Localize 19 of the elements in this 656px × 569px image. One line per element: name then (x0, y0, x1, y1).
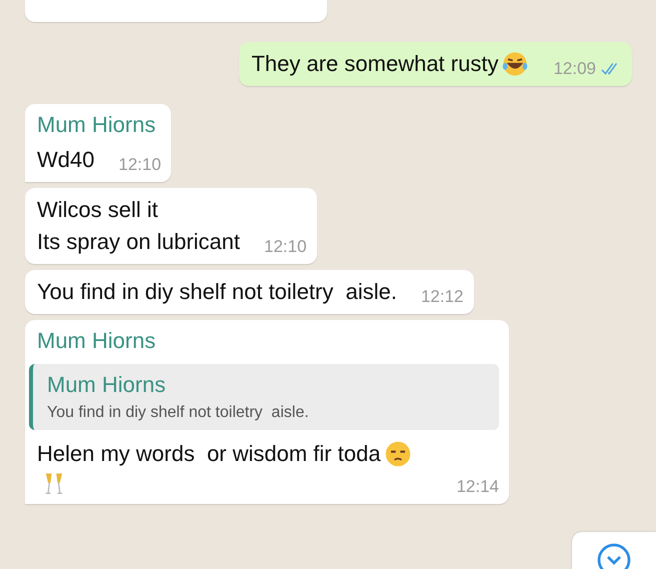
message-time: 12:10 (118, 154, 162, 176)
message-text: Its spray on lubricant (37, 228, 240, 256)
quote-text: You find in diy shelf not toiletry aisle. (47, 404, 310, 422)
message-time: 12:09 (553, 58, 596, 80)
message-time: 12:14 (456, 476, 499, 498)
message-text: Helen my words or wisdom fir toda (37, 440, 381, 468)
chevron-down-icon (596, 542, 632, 569)
unamused-emoji-icon (384, 440, 412, 468)
laughing-emoji-icon (501, 50, 530, 78)
quote-sender: Mum Hiorns (47, 372, 167, 398)
message-time: 12:12 (420, 286, 464, 308)
scroll-down-button[interactable] (572, 532, 656, 569)
message-text: You find in diy shelf not toiletry aisle. (37, 278, 397, 306)
message-text: They are somewhat rusty (251, 50, 498, 78)
message-text: Wilcos sell it (37, 196, 158, 224)
sender-name: Mum Hiorns (37, 327, 157, 355)
message-time: 12:10 (264, 236, 307, 258)
sender-name: Mum Hiorns (37, 111, 157, 139)
message-text: Wd40 (37, 146, 94, 174)
